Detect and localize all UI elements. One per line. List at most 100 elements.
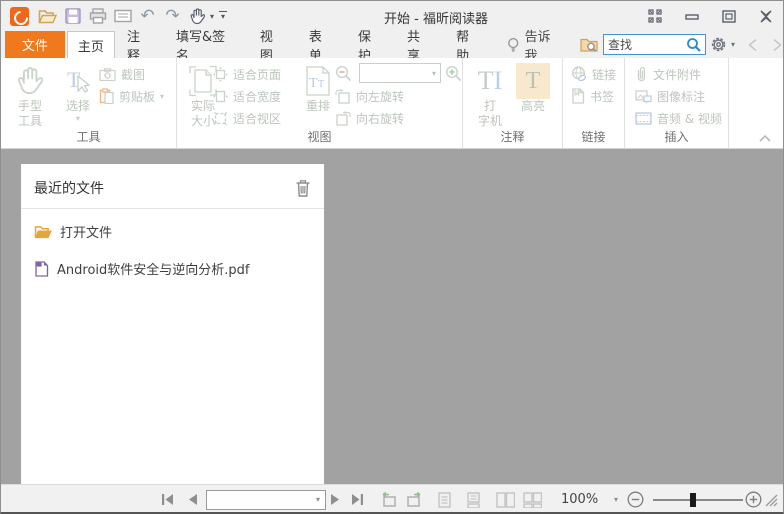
fit-visible-button[interactable]: 适合视区 [213,109,281,127]
fit-width-button[interactable]: 适合宽度 [213,87,281,105]
rotate-right-button[interactable]: 向右旋转 [335,109,404,127]
clipboard-caret-icon: ▾ [160,91,165,101]
facing-view-button[interactable] [496,485,515,512]
file-attachment-button[interactable]: 文件附件 [635,65,701,83]
search-icon[interactable] [686,37,702,53]
snapshot-button[interactable]: 截图 [99,65,145,83]
first-page-button[interactable] [161,485,174,512]
prev-page-button[interactable] [187,485,198,512]
undo-icon: ↶ [140,5,155,26]
customize-caret-icon: ▾ [221,12,226,21]
settings-caret-icon[interactable]: ▾ [731,40,735,49]
settings-gear-icon[interactable] [710,36,727,53]
tab-view[interactable]: 视图 [248,30,297,64]
rotate-left-button[interactable]: 向左旋转 [335,87,404,105]
fit-page-button[interactable]: 适合页面 [213,65,281,83]
nav-back-chevron-icon[interactable] [747,38,758,52]
bookmark-button[interactable]: 书签 [571,87,614,105]
audio-video-label: 音频 & 视频 [657,111,722,126]
zoom-out-button[interactable] [335,64,352,82]
open-file-item[interactable]: 打开文件 [21,213,324,250]
continuous-view-button[interactable] [467,485,480,512]
link-button[interactable]: 链接 [571,65,616,83]
resize-grip-icon [765,494,778,506]
next-page-button[interactable] [330,485,341,512]
zoom-in-status-button[interactable] [745,485,762,512]
previous-view-button[interactable] [379,485,397,512]
fullscreen-button[interactable] [644,5,666,27]
svg-text:T: T [309,76,318,91]
zoom-level-caret[interactable]: ▾ [614,485,618,512]
lightbulb-icon [508,37,519,52]
tab-share[interactable]: 共享 [395,30,444,64]
maximize-button[interactable] [718,5,740,27]
save-icon [64,8,81,24]
select-tool-button[interactable]: T 选择 ▾ [57,63,99,123]
fit-page-label: 适合页面 [233,67,282,82]
ribbon: 手型 工具 T 选择 ▾ 截图 剪贴板 ▾ 工具 实际 大小 适合页面 适合宽度… [1,58,783,149]
zoom-slider-track[interactable] [653,499,743,501]
tell-me-button[interactable]: 告诉我... [507,30,574,64]
redo-button[interactable]: ↷ [160,4,185,28]
zoom-combobox[interactable]: ▾ [359,63,441,83]
minimize-icon [685,14,699,20]
continuous-facing-icon [523,491,542,508]
zoom-level-value[interactable]: 100% [561,485,598,512]
tab-form[interactable]: 表单 [297,30,346,64]
zoom-out-status-button[interactable] [627,485,644,512]
group-comment: TI 打 字机 T 高亮 注释 [463,58,563,148]
clipboard-button[interactable]: 剪贴板 ▾ [99,87,164,105]
last-page-button[interactable] [351,485,364,512]
continuous-facing-view-button[interactable] [523,485,542,512]
undo-button[interactable]: ↶ [135,4,160,28]
single-page-view-button[interactable] [438,485,451,512]
resize-grip[interactable] [764,485,778,512]
save-button[interactable] [60,4,85,28]
tab-home[interactable]: 主页 [66,31,115,58]
reflow-button[interactable]: TT 重排 [299,63,337,114]
recent-file-item[interactable]: Android软件安全与逆向分析.pdf [21,250,324,287]
image-annotation-button[interactable]: 图像标注 [635,87,705,105]
status-bar: ▾ 100% ▾ [1,484,783,512]
reflow-icon: TT [304,63,332,99]
email-button[interactable] [110,4,135,28]
zoom-in-button[interactable] [445,64,462,82]
highlight-label: 高亮 [520,99,545,113]
highlight-button[interactable]: T 高亮 [515,63,551,114]
open-file-button[interactable] [35,4,60,28]
rotate-right-label: 向右旋转 [356,111,405,126]
zoom-slider-handle[interactable] [690,493,696,507]
tab-file[interactable]: 文件 [5,31,65,58]
tab-help[interactable]: 帮助 [444,30,493,64]
clear-recent-trash-icon[interactable] [296,179,310,197]
fit-width-label: 适合宽度 [233,89,282,104]
page-number-box: ▾ [206,485,326,512]
link-icon [572,66,587,82]
tab-fill-sign[interactable]: 填写&签名 [164,30,248,64]
group-view-label: 视图 [307,130,332,144]
page-number-caret[interactable]: ▾ [316,495,320,504]
find-input[interactable] [604,37,687,52]
image-annotation-icon [635,89,652,104]
page-number-input[interactable] [207,492,316,507]
quick-access-toolbar: ↶ ↷ ▾ ▾ [1,4,232,28]
search-in-folder-icon[interactable] [580,37,599,53]
hand-tool-button[interactable] [185,4,210,28]
foxit-logo-icon[interactable] [10,6,29,26]
email-icon [113,9,132,23]
audio-video-button[interactable]: 音频 & 视频 [635,109,722,127]
facing-page-icon [496,491,515,508]
print-button[interactable] [85,4,110,28]
minimize-button[interactable] [681,5,703,27]
collapse-ribbon-button[interactable] [759,135,771,142]
tab-protect[interactable]: 保护 [346,30,395,64]
nav-forward-chevron-icon[interactable] [772,38,783,52]
customize-toolbar-button[interactable]: ▾ [214,4,232,28]
hand-tool-ribbon-button[interactable]: 手型 工具 [7,63,53,129]
typewriter-button[interactable]: TI 打 字机 [471,63,509,129]
close-button[interactable] [755,5,777,27]
tab-comment[interactable]: 注释 [115,30,164,64]
search-area: ▾ [580,31,783,58]
group-insert: 文件附件 图像标注 音频 & 视频 插入 [625,58,729,148]
next-view-button[interactable] [406,485,424,512]
